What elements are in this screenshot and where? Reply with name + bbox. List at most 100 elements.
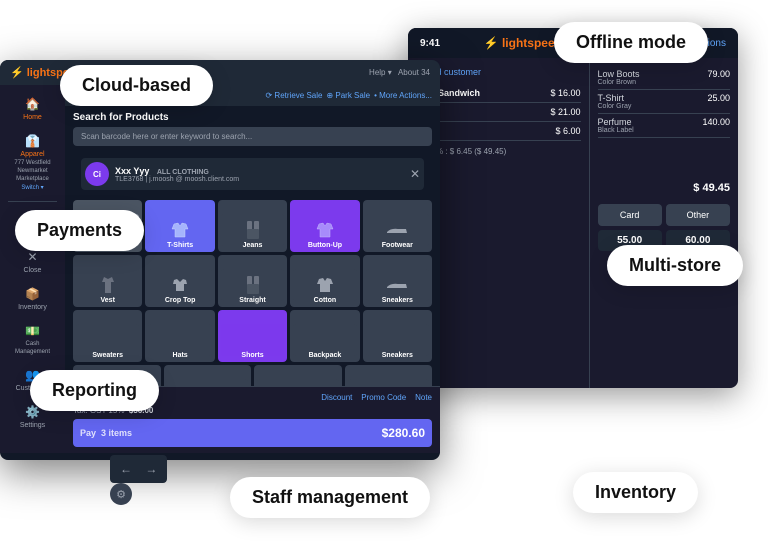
category-hats[interactable]: Hats xyxy=(145,310,214,362)
category-handbags[interactable]: Handbags xyxy=(345,365,433,386)
category-label: Backpack xyxy=(290,352,359,359)
pos-time: 9:41 xyxy=(420,38,440,49)
cart-area: Ci Xxx Yyy ALL CLOTHING TLE3768 | j.moos… xyxy=(65,158,440,200)
customer-id: ALL CLOTHING xyxy=(157,169,209,176)
pos-screen: 9:41 ⚡ lightspeed Table - 01 Actions Add… xyxy=(408,28,738,388)
sidebar-label-close: Close xyxy=(24,267,42,274)
product-price: 25.00 xyxy=(707,93,730,110)
customer-email: TLE3768 | j.moosh @ moosh.client.com xyxy=(115,176,404,183)
category-accessories[interactable]: Accessories xyxy=(164,365,252,386)
pay-count: Pay 3 items xyxy=(80,428,132,438)
add-customer-btn[interactable]: Add customer xyxy=(416,66,581,78)
cart-section: Ci Xxx Yyy ALL CLOTHING TLE3768 | j.moos… xyxy=(81,158,424,190)
cart-close-icon[interactable]: ✕ xyxy=(410,167,420,181)
sidebar-label-inventory: Inventory xyxy=(18,304,47,311)
sell-tabs: ⟳ Retrieve Sale ⊕ Park Sale • More Actio… xyxy=(266,91,433,100)
search-title: Search for Products xyxy=(73,112,432,123)
product-name: T-Shirt xyxy=(598,93,632,103)
cash-icon: 💵 xyxy=(25,323,41,339)
category-row-2: Vest Crop Top Straight xyxy=(73,255,432,307)
settings-circle-icon: ⚙ xyxy=(116,488,126,501)
staff-management-label: Staff management xyxy=(230,477,430,518)
sidebar-item-inventory[interactable]: 📦 Inventory xyxy=(0,281,65,316)
cloud-based-label: Cloud-based xyxy=(60,65,213,106)
prev-arrow-icon[interactable]: ← xyxy=(120,462,132,476)
category-label: Cotton xyxy=(290,297,359,304)
category-straight[interactable]: Straight xyxy=(218,255,287,307)
product-item: Perfume Black Label 140.00 xyxy=(598,114,731,138)
next-arrow-icon[interactable]: → xyxy=(145,462,157,476)
search-section: Search for Products Scan barcode here or… xyxy=(65,106,440,158)
pos-order-items: Ham Sandwich $ 16.00 $ 21.00 $ 6.00 xyxy=(416,84,581,141)
main-help: Help ▾ About 34 xyxy=(369,68,430,77)
pos-logo: ⚡ lightspeed xyxy=(484,36,562,50)
item-price: $ 16.00 xyxy=(550,88,580,98)
category-sweaters[interactable]: Sweaters xyxy=(73,310,142,362)
product-name: Low Boots xyxy=(598,69,640,79)
customer-avatar: Ci xyxy=(85,162,109,186)
category-fragrance[interactable]: Fragrance xyxy=(254,365,342,386)
sidebar-label-home: Home xyxy=(23,114,42,121)
sidebar-item-cash[interactable]: 💵 Cash Management xyxy=(0,318,65,360)
sidebar-item-apparel[interactable]: 👔 Apparel 777 Westfield Newmarket Market… xyxy=(0,128,65,196)
pos-payment-types: Card Other xyxy=(598,204,731,226)
product-item: T-Shirt Color Gray 25.00 xyxy=(598,90,731,114)
more-actions-tab[interactable]: • More Actions... xyxy=(374,91,432,100)
product-name: Perfume xyxy=(598,117,634,127)
category-label: Sneakers xyxy=(363,352,432,359)
add-actions: Discount Promo Code Note xyxy=(321,393,432,402)
pos-order-item: Ham Sandwich $ 16.00 xyxy=(416,84,581,103)
product-sub: Color Brown xyxy=(598,79,640,86)
home-icon: 🏠 xyxy=(25,96,41,112)
category-label: Hats xyxy=(145,352,214,359)
category-footwear[interactable]: Footwear xyxy=(363,200,432,252)
pay-button[interactable]: Pay 3 items $280.60 xyxy=(73,419,432,447)
category-cotton[interactable]: Cotton xyxy=(290,255,359,307)
pos-content: Add customer Ham Sandwich $ 16.00 $ 21.0… xyxy=(408,58,738,388)
sidebar-item-home[interactable]: 🏠 Home xyxy=(0,91,65,126)
category-crop-top[interactable]: Crop Top xyxy=(145,255,214,307)
product-price: 79.00 xyxy=(707,69,730,86)
pos-order-item: $ 21.00 xyxy=(416,103,581,122)
other-payment-label[interactable]: Other xyxy=(666,204,730,226)
category-backpack[interactable]: Backpack xyxy=(290,310,359,362)
pos-tax: 15.00% : $ 6.45 ($ 49.45) xyxy=(416,147,581,156)
category-jeans[interactable]: Jeans xyxy=(218,200,287,252)
card-payment-label[interactable]: Card xyxy=(598,204,662,226)
apparel-icon: 👔 xyxy=(25,133,41,149)
category-tshirts[interactable]: T-Shirts xyxy=(145,200,214,252)
nav-arrows[interactable]: ← → xyxy=(110,455,167,483)
category-buttonup[interactable]: Button-Up xyxy=(290,200,359,252)
category-shorts[interactable]: Shorts xyxy=(218,310,287,362)
close-icon: ✕ xyxy=(25,249,41,265)
category-vest[interactable]: Vest xyxy=(73,255,142,307)
retrieve-sale-tab[interactable]: ⟳ Retrieve Sale xyxy=(266,91,323,100)
category-label: Vest xyxy=(73,297,142,304)
category-row-3: Sweaters Hats Shorts Backpack xyxy=(73,310,432,362)
product-price: 140.00 xyxy=(702,117,730,134)
category-label: Button-Up xyxy=(290,242,359,249)
discount-link[interactable]: Discount xyxy=(321,393,352,402)
category-sneakers-1[interactable]: Sneakers xyxy=(363,255,432,307)
pay-items: 3 items xyxy=(101,428,132,438)
multi-store-label: Multi-store xyxy=(607,245,743,286)
note-link[interactable]: Note xyxy=(415,393,432,402)
category-sneakers-2[interactable]: Sneakers xyxy=(363,310,432,362)
pay-label: Pay xyxy=(80,428,96,438)
category-label: Straight xyxy=(218,297,287,304)
cart-info: Xxx Yyy ALL CLOTHING TLE3768 | j.moosh @… xyxy=(115,166,404,183)
item-price: $ 6.00 xyxy=(555,126,580,136)
settings-circle-btn[interactable]: ⚙ xyxy=(110,483,132,505)
pos-product-panel: Low Boots Color Brown 79.00 T-Shirt Colo… xyxy=(590,58,739,388)
inventory-label: Inventory xyxy=(573,472,698,513)
payments-label: Payments xyxy=(15,210,144,251)
category-label: Jeans xyxy=(218,242,287,249)
sidebar-divider xyxy=(8,201,57,202)
pay-amount: $280.60 xyxy=(382,426,425,440)
park-sale-tab[interactable]: ⊕ Park Sale xyxy=(326,91,370,100)
search-input[interactable]: Scan barcode here or enter keyword to se… xyxy=(73,127,432,146)
category-label: Sweaters xyxy=(73,352,142,359)
category-label: T-Shirts xyxy=(145,242,214,249)
promo-link[interactable]: Promo Code xyxy=(361,393,406,402)
category-label: Shorts xyxy=(218,352,287,359)
